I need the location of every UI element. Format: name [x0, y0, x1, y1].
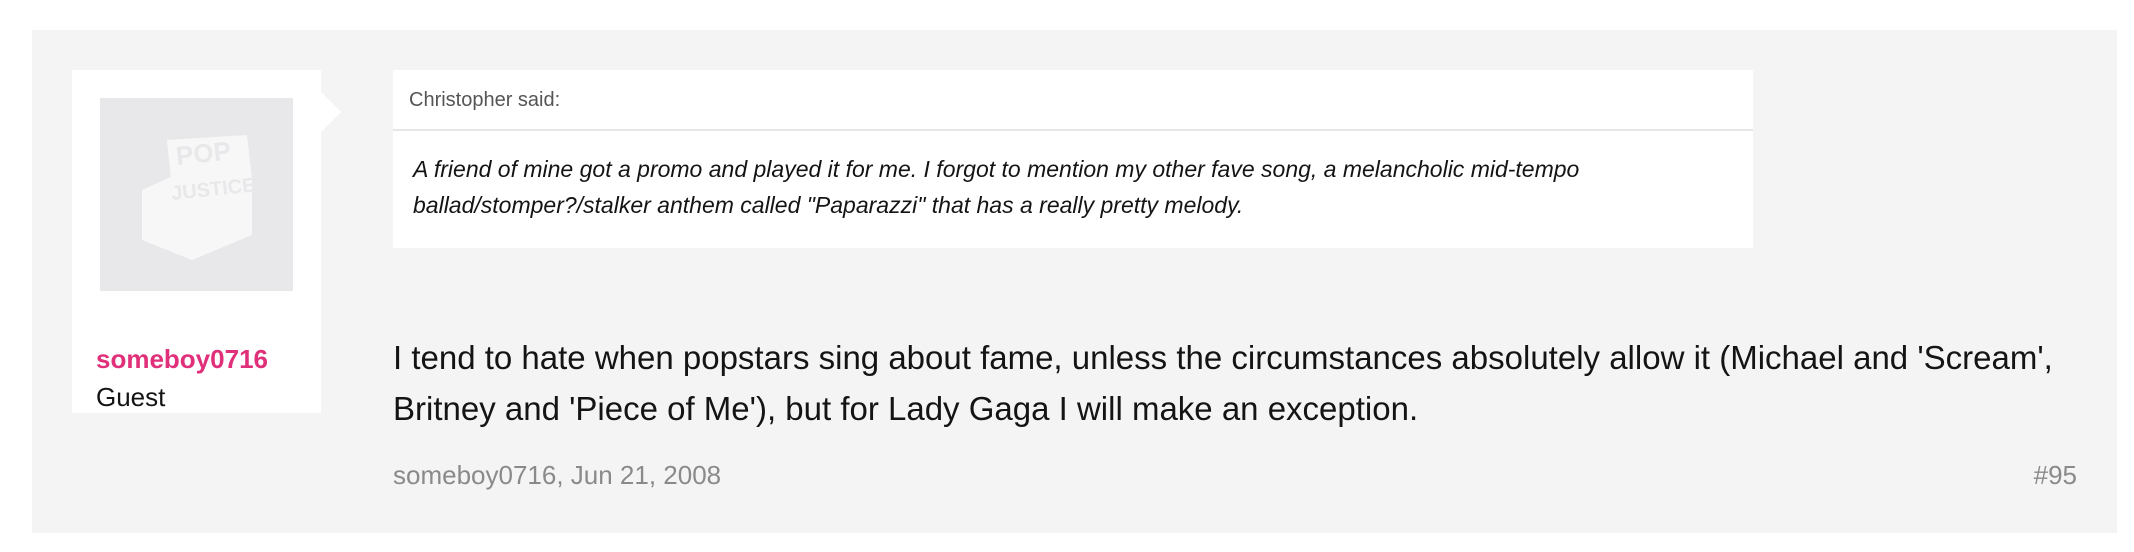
- message-body: I tend to hate when popstars sing about …: [393, 339, 2053, 427]
- post-author-date-link[interactable]: someboy0716, Jun 21, 2008: [393, 460, 721, 490]
- avatar[interactable]: POP JUSTICE: [100, 98, 293, 291]
- post-meta: someboy0716, Jun 21, 2008: [393, 460, 721, 491]
- quote-block: Christopher said: A friend of mine got a…: [393, 70, 1753, 248]
- post-number-link[interactable]: #95: [2034, 460, 2077, 491]
- user-card: POP JUSTICE someboy0716 Guest: [72, 70, 341, 413]
- user-card-pointer: [321, 92, 341, 132]
- popjustice-logo-icon: POP JUSTICE: [141, 134, 256, 260]
- user-title: Guest: [96, 382, 166, 412]
- quote-attribution[interactable]: Christopher said:: [393, 70, 1753, 131]
- username-link[interactable]: someboy0716: [96, 344, 268, 375]
- quote-text: A friend of mine got a promo and played …: [413, 156, 1580, 218]
- svg-text:POP: POP: [174, 135, 232, 171]
- forum-post: POP JUSTICE someboy0716 Guest Christophe…: [32, 30, 2117, 533]
